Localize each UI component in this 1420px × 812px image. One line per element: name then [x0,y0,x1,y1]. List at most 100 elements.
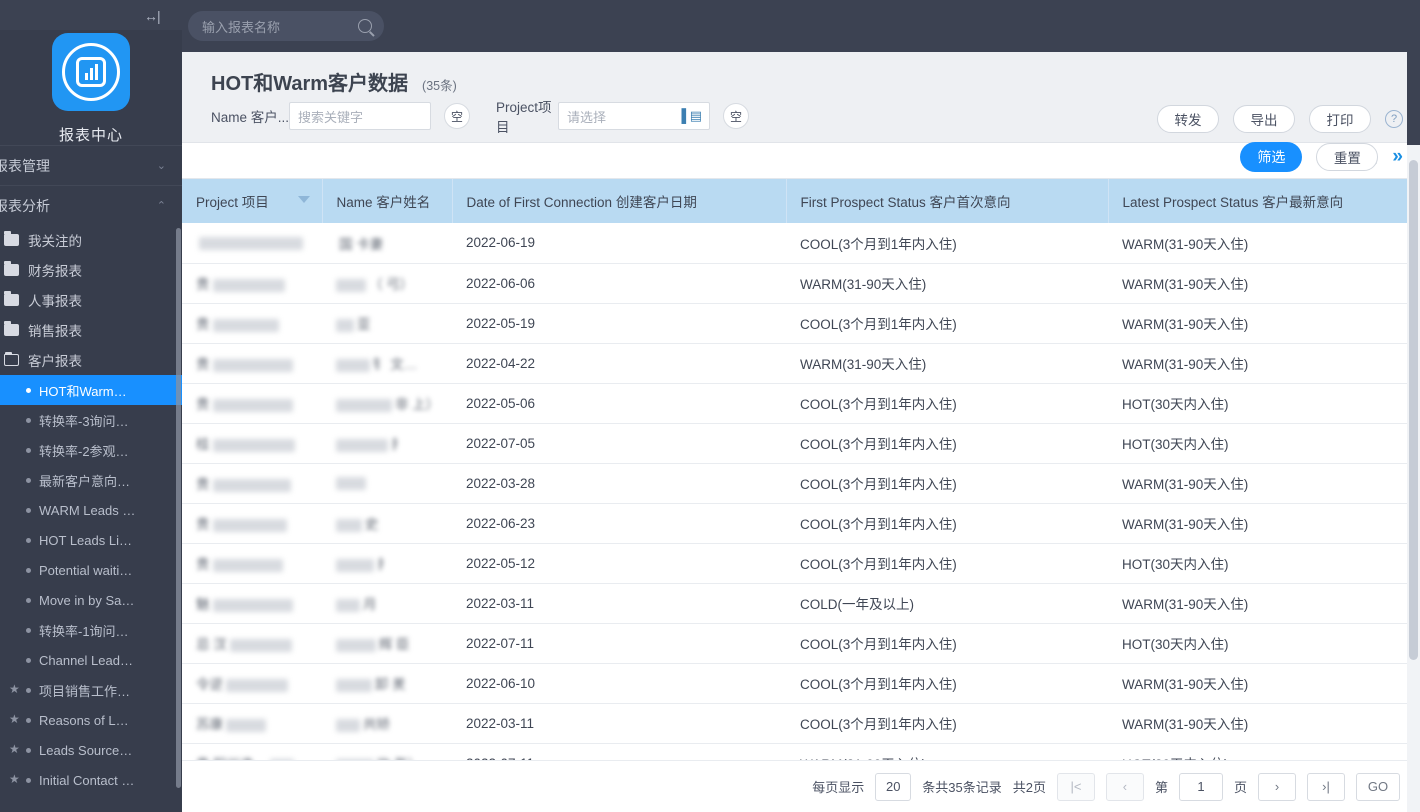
sort-descending-icon[interactable] [297,196,310,203]
next-page-button[interactable]: › [1258,772,1296,801]
bullet-icon [26,417,31,423]
col-header-latest-status[interactable]: Latest Prospect Status 客户最新意向 [1108,179,1420,223]
cell-latest-status: WARM(31-90天入住) [1108,303,1420,344]
col-header-date[interactable]: Date of First Connection 创建客户日期 [452,179,787,223]
bullet-icon [26,657,31,663]
table-row[interactable]: 魅 月 2022-03-11 COLD(一年及以上) WARM(31-90天入住) [182,583,1420,624]
prev-page-button[interactable]: ‹ [1105,772,1144,801]
filter-project-empty-toggle[interactable]: 空 [723,103,749,129]
table-row[interactable]: 贵 史 2022-06-23 COOL(3个月到1年内入住) WARM(31-90天入住… [182,503,1420,544]
cell-project-text: 忌 汊 [196,637,227,652]
table-row[interactable]: 忌 汊 辉 臣 2022-07-11 COOL(3个月到1年内入住) HOT(30天内入… [182,623,1420,664]
sidebar-report-label: Reasons of L… [39,712,129,728]
table-row[interactable]: 贵 扌 2022-05-12 COOL(3个月到1年内入住) HOT(30天内入住) [182,543,1420,584]
table-row[interactable]: 贵钅 文… 2022-04-22 WARM(31-90天入住) WARM(31-90天… [182,343,1420,384]
first-page-button[interactable]: |< [1056,772,1095,801]
reset-filter-button[interactable]: 重置 [1316,143,1379,171]
chevron-up-icon: ⌃ [156,200,166,212]
forward-button[interactable]: 转发 [1157,105,1219,133]
list-picker-icon[interactable]: ▌▤ [682,108,702,124]
search-icon[interactable] [358,19,372,33]
cell-name: 月 [322,583,452,624]
sidebar-topbar: ↔| [0,0,182,30]
table-row[interactable]: 令逆 卸 羑 2022-06-10 COOL(3个月到1年内入住) WARM(31-90… [182,663,1420,704]
sidebar-folder-my-follow[interactable]: 我关注的 [0,225,182,255]
chevron-down-icon: ⌄ [156,160,166,172]
col-header-label: First Prospect Status 客户首次意向 [800,195,1011,210]
export-button[interactable]: 导出 [1233,105,1295,133]
last-page-button[interactable]: ›| [1307,772,1345,801]
sidebar-section-report-management[interactable]: 报表管理 ⌄ [0,145,182,185]
cell-project-text: 贵 [196,357,210,372]
filter-name-empty-toggle[interactable]: 空 [444,103,470,129]
sidebar-report-label: Move in by Sa… [39,592,135,608]
cell-latest-status: WARM(31-90天入住) [1108,583,1420,624]
header-actions: 转发 导出 打印 ? [1157,105,1403,133]
col-header-first-status[interactable]: First Prospect Status 客户首次意向 [786,179,1109,223]
cell-first-status: COOL(3个月到1年内入住) [786,223,1108,264]
folder-icon [4,261,19,276]
filter-name-input[interactable]: 搜索关键字 [289,102,431,130]
sidebar-report-item[interactable]: 转换率-3询问… [0,405,182,435]
table-row[interactable]: 贵 亚 2022-05-19 COOL(3个月到1年内入住) WARM(31-90天入住… [182,303,1420,344]
cell-project: 魅 [182,583,322,624]
sidebar-report-label: Leads Source… [39,742,133,758]
table-row[interactable]: 贵 非 上） 2022-05-06 COOL(3个月到1年内入住) HOT(30天内入住… [182,383,1420,424]
sidebar-report-item[interactable]: Potential waiti… [0,555,182,585]
col-header-label: Name 客户姓名 [336,195,431,210]
sidebar-folder-finance[interactable]: 财务报表 [0,255,182,285]
table-row[interactable]: 苏康 共矫 2022-03-11 COOL(3个月到1年内入住) WARM(31-90天… [182,703,1420,744]
sidebar-report-item[interactable]: ★ 项目销售工作… [0,675,182,705]
cell-name: 扌 [322,423,452,464]
per-page-label: 每页显示 [812,780,865,795]
help-icon[interactable]: ? [1385,110,1403,128]
page-prefix-label: 第 [1154,780,1168,795]
star-icon: ★ [9,712,20,726]
sidebar-folder-hr[interactable]: 人事报表 [0,285,182,315]
cell-first-status: COOL(3个月到1年内入住) [786,423,1108,464]
table-row[interactable]: 贵 2022-03-28 COOL(3个月到1年内入住) WARM(31-90天入住) [182,463,1420,504]
sidebar-folder-customer[interactable]: 客户报表 [0,345,182,375]
sidebar-report-item[interactable]: ★ Reasons of L… [0,705,182,735]
main-scrollbar-thumb[interactable] [1409,160,1418,660]
per-page-input[interactable]: 20 [875,772,912,801]
expand-filters-icon[interactable]: » [1392,146,1403,168]
sidebar-report-item[interactable]: Move in by Sa… [0,585,182,615]
cell-name: 亚 [322,303,452,344]
cell-project-text: 桂 [196,437,210,452]
print-button[interactable]: 打印 [1309,105,1371,133]
resize-handle-icon[interactable]: ↔| [144,9,164,23]
cell-date: 2022-03-11 [452,583,786,624]
sidebar-report-item[interactable]: 转换率-1询问… [0,615,182,645]
sidebar-report-item[interactable]: ★ Initial Contact … [0,765,182,795]
cell-date: 2022-06-23 [452,503,786,544]
sidebar-report-item[interactable]: 最新客户意向… [0,465,182,495]
report-search-input[interactable]: 输入报表名称 [188,11,384,41]
sidebar-section-report-analysis[interactable]: 报表分析 ⌃ [0,185,182,225]
apply-filter-button[interactable]: 筛选 [1240,142,1303,172]
sidebar-report-item[interactable]: HOT Leads Li… [0,525,182,555]
filter-project-select[interactable]: 请选择 ▌▤ [558,102,710,130]
sidebar-scrollbar[interactable] [176,228,181,788]
cell-name-text: 卸 羑 [375,677,406,692]
sidebar-folder-sales[interactable]: 销售报表 [0,315,182,345]
sidebar-report-item[interactable]: ★ Leads Source… [0,735,182,765]
bullet-icon [26,537,31,543]
cell-name-text: 共矫 [363,717,390,732]
sidebar-report-item[interactable]: Channel Lead… [0,645,182,675]
table-row[interactable]: 桂 扌 2022-07-05 COOL(3个月到1年内入住) HOT(30天内入住) [182,423,1420,464]
topbar-right-filler [1407,0,1420,145]
cell-first-status: COOL(3个月到1年内入住) [786,503,1108,544]
sidebar-report-item[interactable]: HOT和Warm… [0,375,182,405]
table-row[interactable]: 国 卡妻 2022-06-19 COOL(3个月到1年内入住) WARM(31-90天… [182,223,1420,264]
cell-name: 钅 文… [322,343,452,384]
go-to-page-button[interactable]: GO [1356,772,1400,801]
table-body: 国 卡妻 2022-06-19 COOL(3个月到1年内入住) WARM(31-90天… [182,223,1420,784]
col-header-name[interactable]: Name 客户姓名 [322,179,453,223]
col-header-project[interactable]: Project 项目 [182,179,323,223]
folder-open-icon [4,352,19,366]
sidebar-report-item[interactable]: 转换率-2参观… [0,435,182,465]
sidebar-report-item[interactable]: WARM Leads … [0,495,182,525]
page-number-input[interactable]: 1 [1178,772,1223,801]
table-row[interactable]: 贵（ 弓） 2022-06-06 WARM(31-90天入住) WARM(31-90天… [182,263,1420,304]
